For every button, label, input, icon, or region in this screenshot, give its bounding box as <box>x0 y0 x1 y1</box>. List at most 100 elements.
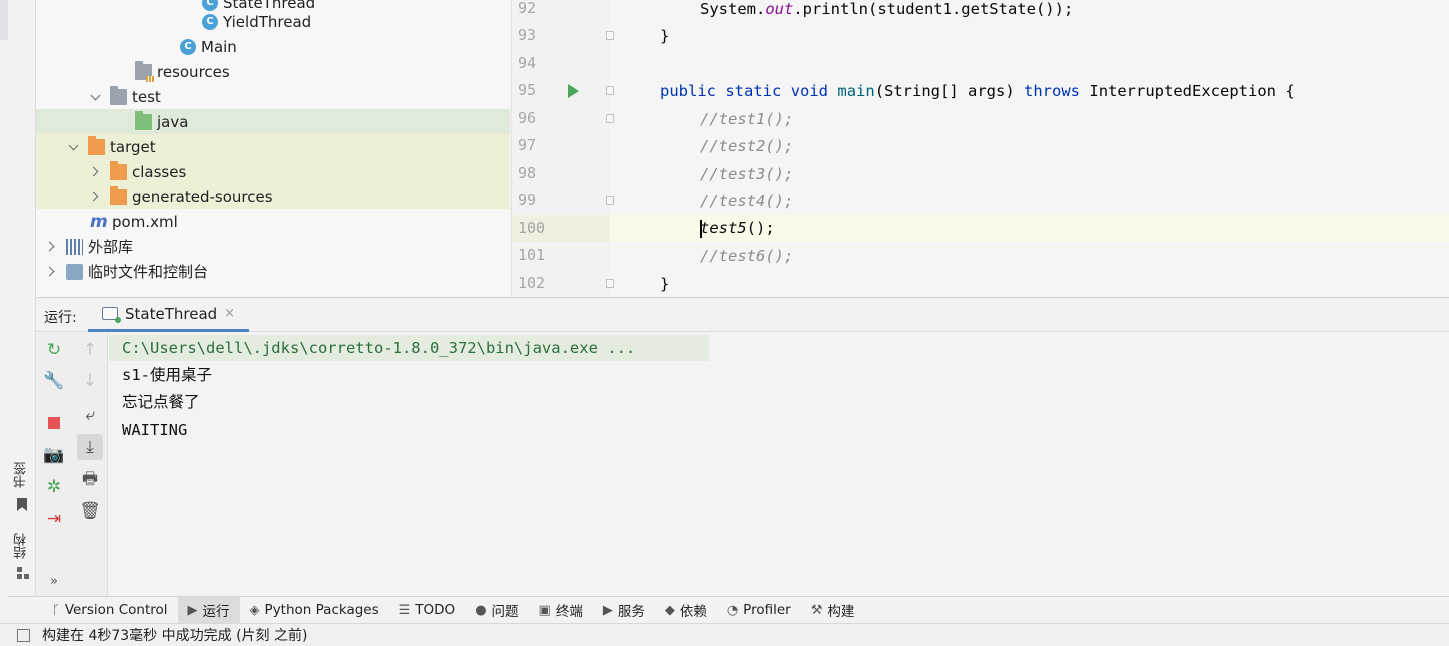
code-line[interactable]: 97 //test2(); <box>512 132 1449 159</box>
code-comment: //test3(); <box>700 164 794 183</box>
tree-item-label: test <box>132 87 161 106</box>
camera-icon[interactable]: 📷 <box>41 442 67 468</box>
trash-icon[interactable]: 🗑 <box>77 498 103 524</box>
code-comment: //test6(); <box>700 246 794 265</box>
tree-item-java[interactable]: java <box>36 109 510 134</box>
dependencies-icon: ◆ <box>664 602 675 618</box>
console-command-line: C:\Users\dell\.jdks\corretto-1.8.0_372\b… <box>122 339 636 357</box>
tool-label: Version Control <box>64 602 168 618</box>
chevron-down-icon[interactable] <box>90 91 102 103</box>
bookmarks-tool-button[interactable]: 书签 <box>12 462 31 488</box>
todo-icon: ☰ <box>398 602 411 618</box>
tree-item-main[interactable]: C Main <box>36 34 510 59</box>
run-tool-window: 运行: StateThread × ↻ ↑ 🔧 ↓ ⤶ ⤓ 📷 🖶 ✲ 🗑 ⇥ … <box>36 297 1449 597</box>
close-icon[interactable]: × <box>224 306 235 321</box>
services-icon: ▶ <box>602 602 613 618</box>
fold-marker-icon[interactable] <box>606 196 614 205</box>
tree-item-resources[interactable]: resources <box>36 59 510 84</box>
bookmark-icon[interactable] <box>17 498 27 511</box>
console-line: s1-使用桌子 <box>122 366 212 384</box>
restore-layout-icon[interactable]: ⇥ <box>41 506 67 532</box>
structure-icon[interactable] <box>17 567 29 579</box>
tool-problems[interactable]: ● 问题 <box>465 597 528 624</box>
console-line: WAITING <box>122 421 188 439</box>
tree-item-scratches[interactable]: 临时文件和控制台 <box>36 259 510 284</box>
run-tab-statethread[interactable]: StateThread × <box>88 298 250 332</box>
tool-build[interactable]: ⚒ 构建 <box>801 597 865 624</box>
chevron-right-icon[interactable] <box>46 241 58 253</box>
tree-item-target[interactable]: target <box>36 134 510 159</box>
wrench-icon[interactable]: 🔧 <box>41 368 67 394</box>
code-line[interactable]: 98 //test3(); <box>512 160 1449 187</box>
stripe-edge <box>0 0 8 40</box>
tree-item-yieldthread[interactable]: C YieldThread <box>36 9 510 34</box>
run-header: 运行: StateThread × <box>36 298 1449 332</box>
python-packages-icon: ◈ <box>249 602 260 618</box>
chevron-down-icon[interactable] <box>68 141 80 153</box>
code-text: public static void main(String[] args) t… <box>660 81 1295 100</box>
soft-wrap-icon[interactable]: ⤶ <box>77 402 103 428</box>
fold-marker-icon[interactable] <box>606 86 614 95</box>
tool-services[interactable]: ▶ 服务 <box>593 597 655 624</box>
code-line[interactable]: 92 System.out.println(student1.getState(… <box>512 0 1449 22</box>
tool-label: TODO <box>415 602 456 618</box>
fold-marker-icon[interactable] <box>606 279 614 288</box>
code-line[interactable]: 101 //test6(); <box>512 242 1449 269</box>
code-comment: //test1(); <box>700 109 794 128</box>
tool-dependencies[interactable]: ◆ 依赖 <box>655 597 717 624</box>
tool-profiler[interactable]: ◔ Profiler <box>717 597 801 624</box>
tool-label: 终端 <box>555 604 583 620</box>
resources-folder-icon <box>135 60 154 82</box>
code-line[interactable]: 95 public static void main(String[] args… <box>512 77 1449 104</box>
code-line[interactable]: 96 //test1(); <box>512 105 1449 132</box>
terminal-icon: ▣ <box>538 602 551 618</box>
tool-terminal[interactable]: ▣ 终端 <box>529 597 593 624</box>
excluded-folder-icon <box>88 135 105 155</box>
code-editor[interactable]: 92 System.out.println(student1.getState(… <box>511 0 1449 297</box>
fold-marker-icon[interactable] <box>606 31 614 40</box>
tool-run[interactable]: ▶ 运行 <box>177 596 240 624</box>
code-line[interactable]: 94 <box>512 50 1449 77</box>
tool-windows-toggle-icon[interactable] <box>17 628 30 642</box>
console-output[interactable]: C:\Users\dell\.jdks\corretto-1.8.0_372\b… <box>109 333 1449 597</box>
run-window-label: 运行: <box>44 310 77 326</box>
tree-item-label: target <box>110 137 156 156</box>
line-number: 101 <box>518 246 546 264</box>
tree-item-test[interactable]: test <box>36 84 510 109</box>
line-number: 98 <box>518 164 537 182</box>
maven-icon: m <box>90 211 108 232</box>
tree-item-pom[interactable]: m pom.xml <box>36 209 510 234</box>
tool-label: Profiler <box>743 602 791 618</box>
debug-icon[interactable]: ✲ <box>41 474 67 500</box>
code-comment: //test4(); <box>700 191 794 210</box>
current-code-line[interactable]: 100 test5(); <box>512 215 1449 242</box>
tool-version-control[interactable]: ᚴ Version Control <box>8 597 178 624</box>
fold-marker-icon[interactable] <box>606 114 614 123</box>
stop-button[interactable] <box>41 410 67 436</box>
chevron-right-icon[interactable] <box>90 166 102 178</box>
chevron-right-icon[interactable] <box>46 266 58 278</box>
tree-item-generated-sources[interactable]: generated-sources <box>36 184 510 209</box>
test-source-folder-icon <box>135 110 152 130</box>
more-icon[interactable]: » <box>41 568 67 594</box>
code-line[interactable]: 93 } <box>512 22 1449 49</box>
rerun-button[interactable]: ↻ <box>41 337 67 363</box>
line-number: 102 <box>512 270 614 297</box>
print-icon[interactable]: 🖶 <box>77 467 103 493</box>
chevron-right-icon[interactable] <box>90 191 102 203</box>
scroll-to-end-icon[interactable]: ⤓ <box>77 434 103 460</box>
code-line[interactable]: 99 //test4(); <box>512 187 1449 214</box>
arrow-down-icon[interactable]: ↓ <box>77 368 103 394</box>
tool-label: 问题 <box>491 604 519 620</box>
tree-item-classes[interactable]: classes <box>36 159 510 184</box>
tool-python-packages[interactable]: ◈ Python Packages <box>240 597 389 624</box>
tool-todo[interactable]: ☰ TODO <box>389 597 466 624</box>
tool-window-bar: ᚴ Version Control ▶ 运行 ◈ Python Packages… <box>8 596 1449 624</box>
code-line[interactable]: 102 } <box>512 270 1449 297</box>
structure-tool-button[interactable]: 结构 <box>12 533 31 559</box>
tree-item-external-libraries[interactable]: 外部库 <box>36 234 510 259</box>
status-message[interactable]: 构建在 4秒73毫秒 中成功完成 (片刻 之前) <box>42 625 307 645</box>
tool-label: 构建 <box>827 604 855 620</box>
run-gutter-icon[interactable] <box>568 84 579 98</box>
arrow-up-icon[interactable]: ↑ <box>77 337 103 363</box>
